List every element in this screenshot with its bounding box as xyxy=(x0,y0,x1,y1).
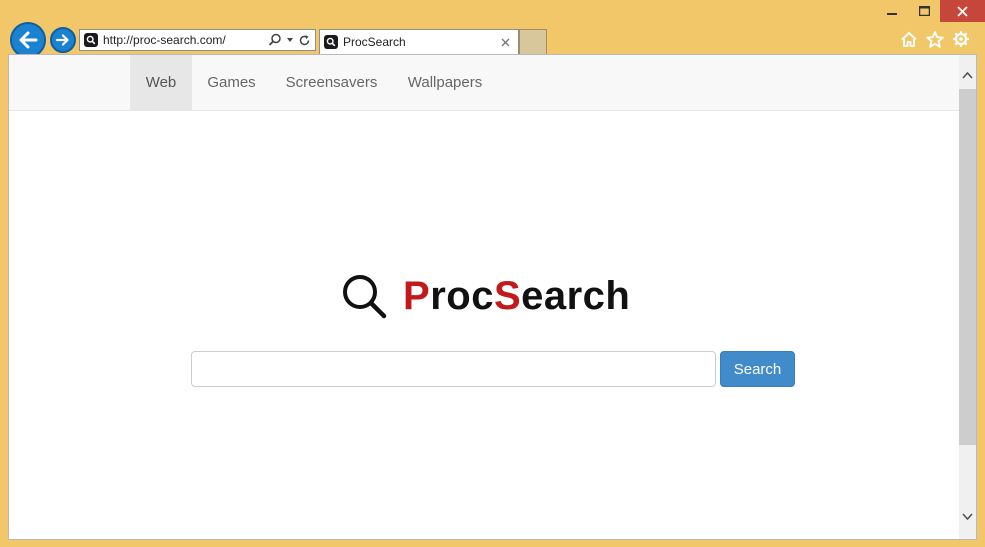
minimize-button[interactable] xyxy=(876,0,908,22)
close-window-button[interactable] xyxy=(940,0,985,22)
refresh-icon[interactable] xyxy=(298,34,311,47)
maximize-button[interactable] xyxy=(908,0,940,22)
browser-toolbar xyxy=(899,29,971,49)
top-navbar: Web Games Screensavers Wallpapers xyxy=(9,55,960,111)
search-button[interactable]: Search xyxy=(720,351,795,387)
window-controls xyxy=(876,0,985,22)
back-button[interactable] xyxy=(10,22,46,58)
nav-screensavers[interactable]: Screensavers xyxy=(271,55,392,110)
search-input[interactable] xyxy=(191,351,716,387)
vertical-scrollbar[interactable] xyxy=(959,55,976,539)
gear-icon xyxy=(953,31,969,47)
home-button[interactable] xyxy=(899,29,919,49)
favorites-button[interactable] xyxy=(925,29,945,49)
scrollbar-thumb[interactable] xyxy=(959,89,976,445)
new-tab-button[interactable] xyxy=(519,29,547,54)
logo-wordmark: ProcSearch xyxy=(403,273,631,318)
close-icon xyxy=(501,38,509,46)
maximize-icon xyxy=(918,6,930,16)
minimize-icon xyxy=(887,13,897,15)
magnifier-logo-icon xyxy=(343,275,387,319)
tab-procsearch[interactable]: ProcSearch xyxy=(319,29,519,54)
nav-wallpapers[interactable]: Wallpapers xyxy=(392,55,498,110)
tab-title: ProcSearch xyxy=(343,35,406,49)
star-icon xyxy=(926,30,944,48)
home-icon xyxy=(901,31,917,47)
arrow-left-icon xyxy=(19,31,38,49)
scroll-down-icon[interactable] xyxy=(961,510,974,523)
page-viewport: Web Games Screensavers Wallpapers ProcSe… xyxy=(8,54,977,540)
nav-web[interactable]: Web xyxy=(130,55,192,110)
tab-close-button[interactable] xyxy=(497,34,513,50)
close-icon xyxy=(957,5,968,17)
dropdown-arrow-icon[interactable] xyxy=(286,36,294,44)
scroll-up-icon[interactable] xyxy=(961,69,974,82)
forward-button[interactable] xyxy=(50,27,76,53)
procsearch-logo: ProcSearch xyxy=(339,271,630,321)
site-favicon-icon xyxy=(84,33,98,47)
search-icon[interactable] xyxy=(268,33,282,47)
tab-favicon-icon xyxy=(324,35,338,49)
arrow-right-icon xyxy=(56,34,69,46)
address-bar[interactable]: http://proc-search.com/ xyxy=(79,29,316,51)
nav-games[interactable]: Games xyxy=(192,55,271,110)
address-url[interactable]: http://proc-search.com/ xyxy=(103,33,268,47)
settings-button[interactable] xyxy=(951,29,971,49)
